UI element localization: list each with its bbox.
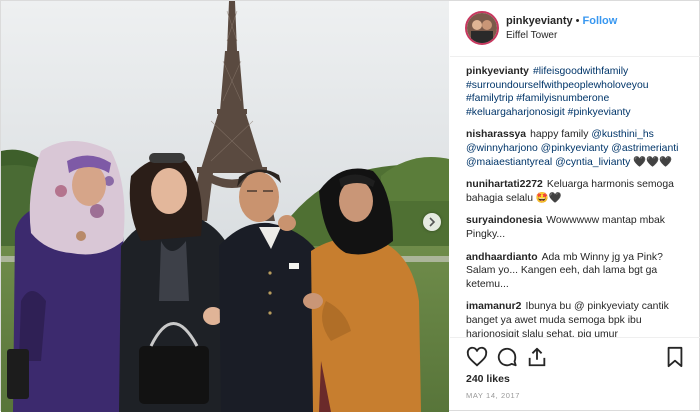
bookmark-icon xyxy=(664,346,686,368)
post-username[interactable]: pinkyevianty xyxy=(506,15,573,27)
post-location[interactable]: Eiffel Tower xyxy=(506,30,557,41)
share-icon xyxy=(526,346,548,368)
mention[interactable]: @maiaestiantyreal xyxy=(466,157,552,168)
likes-count[interactable]: 240 likes xyxy=(466,373,510,385)
mention[interactable]: @cyntia_livianty xyxy=(555,157,630,168)
comment-username[interactable]: imamanur2 xyxy=(466,301,521,312)
heart-icon xyxy=(466,346,488,368)
hashtag[interactable]: #lifeisgoodwithfamily xyxy=(533,66,628,77)
avatar-image xyxy=(467,13,497,43)
hashtag[interactable]: #pinkyevianty xyxy=(568,107,631,118)
comment: nisharassya happy family @kusthini_hs @wi… xyxy=(466,128,690,169)
comment-text: happy family xyxy=(530,129,588,140)
mention[interactable]: @astrimerianti xyxy=(611,143,678,154)
share-button[interactable] xyxy=(526,346,548,368)
hashtag[interactable]: #familytrip xyxy=(466,93,513,104)
mention[interactable]: @kusthini_hs xyxy=(591,129,654,140)
hashtag[interactable]: #surroundourselfwithpeoplewholoveyou xyxy=(466,80,649,91)
hashtag[interactable]: #familyisnumberone xyxy=(516,93,609,104)
avatar[interactable] xyxy=(465,11,499,45)
family-photo-illustration xyxy=(1,1,449,412)
separator-dot: • xyxy=(576,15,580,27)
mention[interactable]: @winnyharjono xyxy=(466,143,538,154)
caption-username[interactable]: pinkyevianty xyxy=(466,66,529,77)
post-date[interactable]: MAY 14, 2017 xyxy=(466,391,520,400)
comments-list[interactable]: pinkyevianty #lifeisgoodwithfamily #surro… xyxy=(450,65,700,337)
comment-icon xyxy=(496,346,518,368)
caption: pinkyevianty #lifeisgoodwithfamily #surro… xyxy=(466,65,690,119)
comment-username[interactable]: nisharassya xyxy=(466,129,526,140)
post-header: pinkyevianty•Follow Eiffel Tower xyxy=(450,1,700,57)
comment: nunihartati2272Keluarga harmonis semoga … xyxy=(466,178,690,205)
carousel-next-button[interactable] xyxy=(423,213,441,231)
comment: suryaindonesiaWowwwww mantap mbak Pingky… xyxy=(466,214,690,241)
follow-button[interactable]: Follow xyxy=(583,15,618,27)
chevron-right-icon xyxy=(428,217,436,227)
post-actions: 240 likes MAY 14, 2017 xyxy=(450,337,700,412)
comment-username[interactable]: nunihartati2272 xyxy=(466,179,543,190)
hashtag[interactable]: #keluargaharjonosigit xyxy=(466,107,565,118)
mention[interactable]: @pinkyevianty xyxy=(541,143,609,154)
like-button[interactable] xyxy=(466,346,488,368)
comment-username[interactable]: andhaardianto xyxy=(466,252,538,263)
comment-button[interactable] xyxy=(496,346,518,368)
comment: andhaardiantoAda mb Winny jg ya Pink? Sa… xyxy=(466,251,690,292)
post-side-panel: pinkyevianty•Follow Eiffel Tower pinkyev… xyxy=(450,1,700,412)
heart-emojis: 🖤🖤🖤 xyxy=(633,157,672,168)
save-button[interactable] xyxy=(664,346,686,368)
header-name-row: pinkyevianty•Follow xyxy=(506,15,617,27)
instagram-post: pinkyevianty•Follow Eiffel Tower pinkyev… xyxy=(0,0,700,411)
post-photo[interactable] xyxy=(1,1,449,412)
comment: imamanur2Ibunya bu @ pinkyeviaty cantik … xyxy=(466,300,690,337)
comment-username[interactable]: suryaindonesia xyxy=(466,215,542,226)
